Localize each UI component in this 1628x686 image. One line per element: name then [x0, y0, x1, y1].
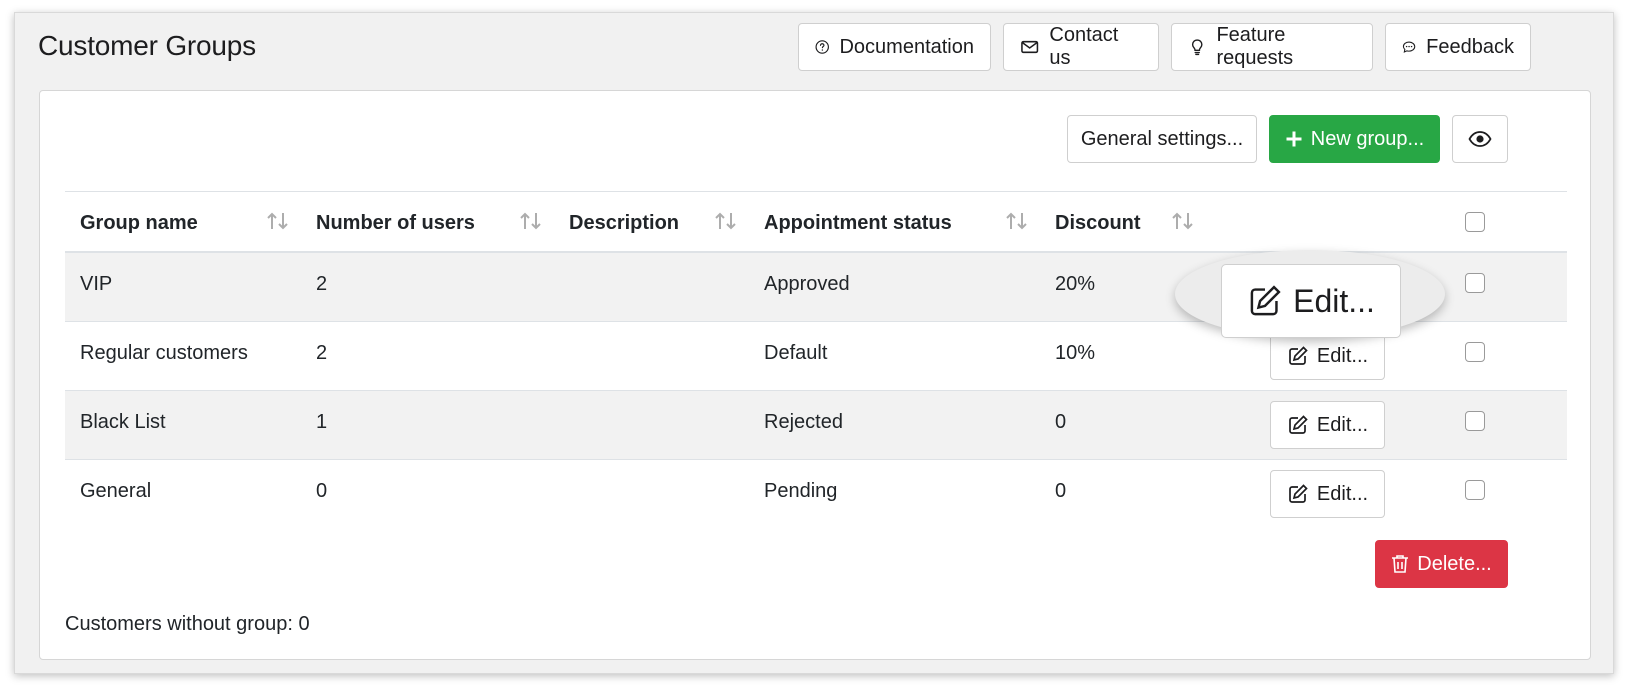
- chat-dots-icon: [1402, 41, 1416, 53]
- feature-requests-label: Feature requests: [1216, 24, 1294, 69]
- column-header-users[interactable]: Number of users: [316, 192, 475, 254]
- delete-label: Delete...: [1417, 552, 1492, 575]
- documentation-label: Documentation: [839, 35, 974, 58]
- group-name-cell: General: [80, 480, 152, 502]
- status-cell: Pending: [764, 480, 838, 502]
- status-cell: Default: [764, 342, 828, 364]
- new-group-button[interactable]: New group...: [1269, 115, 1440, 163]
- sort-icon[interactable]: [1170, 210, 1196, 232]
- new-group-label: New group...: [1310, 127, 1425, 150]
- pencil-square-icon: [1289, 346, 1308, 365]
- sort-icon[interactable]: [1004, 210, 1030, 232]
- users-count-cell: 2: [316, 342, 328, 364]
- discount-cell: 10%: [1055, 342, 1096, 364]
- status-cell: Approved: [764, 273, 850, 295]
- edit-button-zoomed[interactable]: Edit...: [1221, 264, 1401, 338]
- pencil-square-icon: [1250, 285, 1281, 316]
- edit-label: Edit...: [1316, 344, 1369, 367]
- column-header-discount[interactable]: Discount: [1055, 192, 1141, 254]
- row-checkbox[interactable]: [1465, 480, 1485, 500]
- edit-button[interactable]: Edit...: [1270, 332, 1385, 380]
- users-count-cell: 2: [316, 273, 328, 295]
- sort-icon[interactable]: [265, 210, 291, 232]
- column-header-description[interactable]: Description: [569, 192, 679, 254]
- pencil-square-icon: [1289, 415, 1308, 434]
- feedback-button[interactable]: Feedback: [1385, 23, 1531, 71]
- edit-button[interactable]: Edit...: [1270, 470, 1385, 518]
- eye-icon: [1468, 131, 1492, 147]
- discount-cell: 0: [1055, 411, 1067, 433]
- row-checkbox[interactable]: [1465, 342, 1485, 362]
- preview-button[interactable]: [1452, 115, 1508, 163]
- groups-table: Group name Number of users Description A…: [65, 191, 1567, 529]
- edit-label: Edit...: [1316, 413, 1369, 436]
- users-count-cell: 0: [316, 480, 328, 502]
- group-name-cell: Regular customers: [80, 342, 248, 364]
- edit-label: Edit...: [1316, 482, 1369, 505]
- group-name-cell: Black List: [80, 411, 166, 433]
- contact-us-button[interactable]: Contact us: [1003, 23, 1159, 71]
- trash-icon: [1392, 555, 1409, 573]
- status-cell: Rejected: [764, 411, 843, 433]
- envelope-icon: [1021, 40, 1039, 54]
- question-circle-icon: [815, 40, 829, 54]
- pencil-square-icon: [1289, 484, 1308, 503]
- discount-cell: 0: [1055, 480, 1067, 502]
- sort-icon[interactable]: [713, 210, 739, 232]
- feedback-label: Feedback: [1426, 35, 1514, 58]
- general-settings-button[interactable]: General settings...: [1067, 115, 1257, 163]
- customers-without-group: Customers without group: 0: [65, 613, 310, 635]
- column-header-group-name[interactable]: Group name: [80, 192, 198, 254]
- row-checkbox[interactable]: [1465, 411, 1485, 431]
- column-header-appointment-status[interactable]: Appointment status: [764, 192, 952, 254]
- users-count-cell: 1: [316, 411, 328, 433]
- table-row: Black List 1 Rejected 0 Edit...: [65, 391, 1567, 460]
- select-all-checkbox[interactable]: [1465, 212, 1485, 232]
- contact-us-label: Contact us: [1049, 24, 1119, 69]
- page-title: Customer Groups: [38, 30, 256, 61]
- group-name-cell: VIP: [80, 273, 113, 295]
- documentation-button[interactable]: Documentation: [798, 23, 991, 71]
- app-window: Customer Groups Documentation Contact us…: [14, 12, 1614, 674]
- table-header: Group name Number of users Description A…: [65, 191, 1567, 253]
- row-checkbox[interactable]: [1465, 273, 1485, 293]
- edit-label: Edit...: [1293, 282, 1375, 319]
- sort-icon[interactable]: [518, 210, 544, 232]
- table-row: General 0 Pending 0 Edit...: [65, 460, 1567, 529]
- lightbulb-icon: [1191, 39, 1203, 56]
- plus-icon: [1286, 131, 1302, 147]
- discount-cell: 20%: [1055, 273, 1096, 295]
- edit-button[interactable]: Edit...: [1270, 401, 1385, 449]
- groups-card: General settings... New group... Group n…: [39, 90, 1591, 660]
- delete-button[interactable]: Delete...: [1375, 540, 1508, 588]
- feature-requests-button[interactable]: Feature requests: [1171, 23, 1373, 71]
